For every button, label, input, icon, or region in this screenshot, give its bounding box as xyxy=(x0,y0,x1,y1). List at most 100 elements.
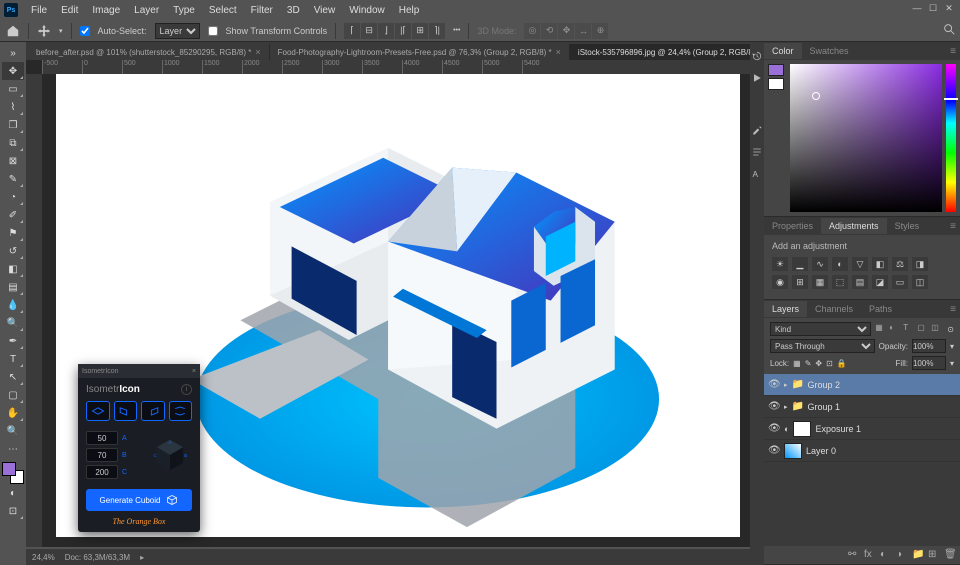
close-button[interactable]: ✕ xyxy=(942,2,956,14)
tab-adjustments[interactable]: Adjustments xyxy=(821,218,887,234)
home-icon[interactable] xyxy=(6,24,20,38)
3d-roll-icon[interactable]: ⟲ xyxy=(541,23,557,39)
mask-thumbnail[interactable] xyxy=(793,421,811,437)
align-more-icon[interactable]: ••• xyxy=(453,27,460,34)
adjustment-layer-icon[interactable]: ◑ xyxy=(896,549,908,561)
hue-sat-icon[interactable]: ◧ xyxy=(872,257,888,271)
background-swatch[interactable] xyxy=(768,78,784,90)
iso-right-face-button[interactable] xyxy=(141,401,165,421)
photo-filter-icon[interactable]: ◉ xyxy=(772,275,788,289)
visibility-icon[interactable]: 👁 xyxy=(768,379,780,390)
frame-tool[interactable]: ⊠ xyxy=(2,152,24,170)
align-right-icon[interactable]: ⌉| xyxy=(429,23,445,39)
color-lookup-icon[interactable]: ▦ xyxy=(812,275,828,289)
crop-tool[interactable]: ⧉ xyxy=(2,134,24,152)
foreground-swatch[interactable] xyxy=(768,64,784,76)
move-tool[interactable]: ✥ xyxy=(2,62,24,80)
maximize-button[interactable]: ☐ xyxy=(926,2,940,14)
layer-thumbnail[interactable] xyxy=(784,443,802,459)
quick-mask-icon[interactable]: ◐ xyxy=(2,484,24,502)
tab-paths[interactable]: Paths xyxy=(861,301,900,317)
play-icon[interactable] xyxy=(751,72,763,84)
layer-row[interactable]: 👁 ▸ 📁 Group 1 xyxy=(764,396,960,418)
menu-edit[interactable]: Edit xyxy=(54,3,85,18)
doc-size[interactable]: Doc: 63,3M/63,3M xyxy=(65,553,130,562)
vibrance-icon[interactable]: ▽ xyxy=(852,257,868,271)
visibility-icon[interactable]: 👁 xyxy=(768,423,780,434)
chevron-right-icon[interactable]: ▸ xyxy=(140,553,144,562)
group-icon[interactable]: 📁 xyxy=(912,549,924,561)
align-vcenter-icon[interactable]: ⊟ xyxy=(361,23,377,39)
expand-icon[interactable]: ▸ xyxy=(784,381,788,389)
layer-style-icon[interactable]: fx xyxy=(864,549,876,561)
gradient-tool[interactable]: ▤ xyxy=(2,278,24,296)
plugin-header[interactable]: IsometrIcon × xyxy=(78,364,200,378)
horizontal-ruler[interactable]: -500 0 500 1000 1500 2000 2500 3000 3500… xyxy=(42,60,750,74)
panel-menu-icon[interactable]: ≡ xyxy=(946,304,960,315)
tab-channels[interactable]: Channels xyxy=(807,301,861,317)
filter-pixel-icon[interactable]: ▦ xyxy=(875,323,887,335)
3d-pan-icon[interactable]: ✥ xyxy=(558,23,574,39)
vertical-ruler[interactable] xyxy=(26,74,42,547)
menu-layer[interactable]: Layer xyxy=(127,3,166,18)
close-icon[interactable]: × xyxy=(192,368,196,375)
expand-arrows-icon[interactable]: » xyxy=(2,44,24,62)
zoom-tool[interactable]: 🔍 xyxy=(2,422,24,440)
tab-color[interactable]: Color xyxy=(764,43,802,59)
align-left-icon[interactable]: |⌈ xyxy=(395,23,411,39)
brush-tool[interactable]: ✐ xyxy=(2,206,24,224)
isometricon-plugin-panel[interactable]: IsometrIcon × IsometrIcon i A B C A B C xyxy=(78,364,200,532)
lock-all-icon[interactable]: 🔒 xyxy=(837,359,847,368)
iso-edges-button[interactable] xyxy=(169,401,193,421)
blend-mode-select[interactable]: Pass Through xyxy=(770,339,875,353)
visibility-icon[interactable]: 👁 xyxy=(768,445,780,456)
foreground-color-swatch[interactable] xyxy=(2,462,16,476)
document-tab[interactable]: before_after.psd @ 101% (shutterstock_85… xyxy=(28,44,270,60)
align-hcenter-icon[interactable]: ⊞ xyxy=(412,23,428,39)
chevron-down-icon[interactable]: ▾ xyxy=(950,359,954,368)
chevron-down-icon[interactable]: ▾ xyxy=(950,342,954,351)
lock-position-icon[interactable]: ✥ xyxy=(815,359,822,368)
path-select-tool[interactable]: ↖ xyxy=(2,368,24,386)
layer-filter-kind[interactable]: Kind xyxy=(770,322,871,336)
history-brush-tool[interactable]: ↺ xyxy=(2,242,24,260)
layer-row[interactable]: 👁 Layer 0 xyxy=(764,440,960,462)
panel-menu-icon[interactable]: ≡ xyxy=(946,221,960,232)
quick-select-tool[interactable]: ❐ xyxy=(2,116,24,134)
align-top-icon[interactable]: ⌈ xyxy=(344,23,360,39)
gradient-map-icon[interactable]: ▭ xyxy=(892,275,908,289)
filter-toggle-icon[interactable]: ⊙ xyxy=(947,325,954,334)
menu-window[interactable]: Window xyxy=(342,3,392,18)
layer-mask-icon[interactable]: ◐ xyxy=(880,549,892,561)
document-tab[interactable]: iStock-535796896.jpg @ 24,4% (Group 2, R… xyxy=(570,44,779,60)
menu-view[interactable]: View xyxy=(307,3,343,18)
align-bottom-icon[interactable]: ⌋ xyxy=(378,23,394,39)
exposure-icon[interactable]: ◐ xyxy=(832,257,848,271)
opacity-input[interactable] xyxy=(912,339,946,353)
minimize-button[interactable]: — xyxy=(910,2,924,14)
eraser-tool[interactable]: ◧ xyxy=(2,260,24,278)
iso-top-face-button[interactable] xyxy=(86,401,110,421)
zoom-level[interactable]: 24,4% xyxy=(32,553,55,562)
document-tab[interactable]: Food-Photography-Lightroom-Presets-Free.… xyxy=(270,44,570,60)
delete-layer-icon[interactable]: 🗑 xyxy=(944,549,956,561)
dim-c-input[interactable] xyxy=(86,465,118,479)
hue-marker[interactable] xyxy=(944,98,958,100)
generate-cuboid-button[interactable]: Generate Cuboid xyxy=(86,489,192,511)
marquee-tool[interactable]: ▭ xyxy=(2,80,24,98)
character-icon[interactable]: A xyxy=(751,168,763,180)
search-icon[interactable] xyxy=(942,22,956,36)
menu-filter[interactable]: Filter xyxy=(244,3,280,18)
paragraph-icon[interactable] xyxy=(751,146,763,158)
tab-swatches[interactable]: Swatches xyxy=(802,43,857,59)
visibility-icon[interactable]: 👁 xyxy=(768,401,780,412)
lock-brush-icon[interactable]: ✎ xyxy=(805,359,812,368)
fill-input[interactable] xyxy=(912,356,946,370)
screen-mode-icon[interactable]: ⊡ xyxy=(2,502,24,520)
menu-type[interactable]: Type xyxy=(166,3,202,18)
filter-adj-icon[interactable]: ◐ xyxy=(889,323,901,335)
brightness-contrast-icon[interactable]: ☀ xyxy=(772,257,788,271)
tab-styles[interactable]: Styles xyxy=(887,218,928,234)
healing-brush-tool[interactable]: ◔ xyxy=(2,188,24,206)
levels-icon[interactable]: ▁ xyxy=(792,257,808,271)
